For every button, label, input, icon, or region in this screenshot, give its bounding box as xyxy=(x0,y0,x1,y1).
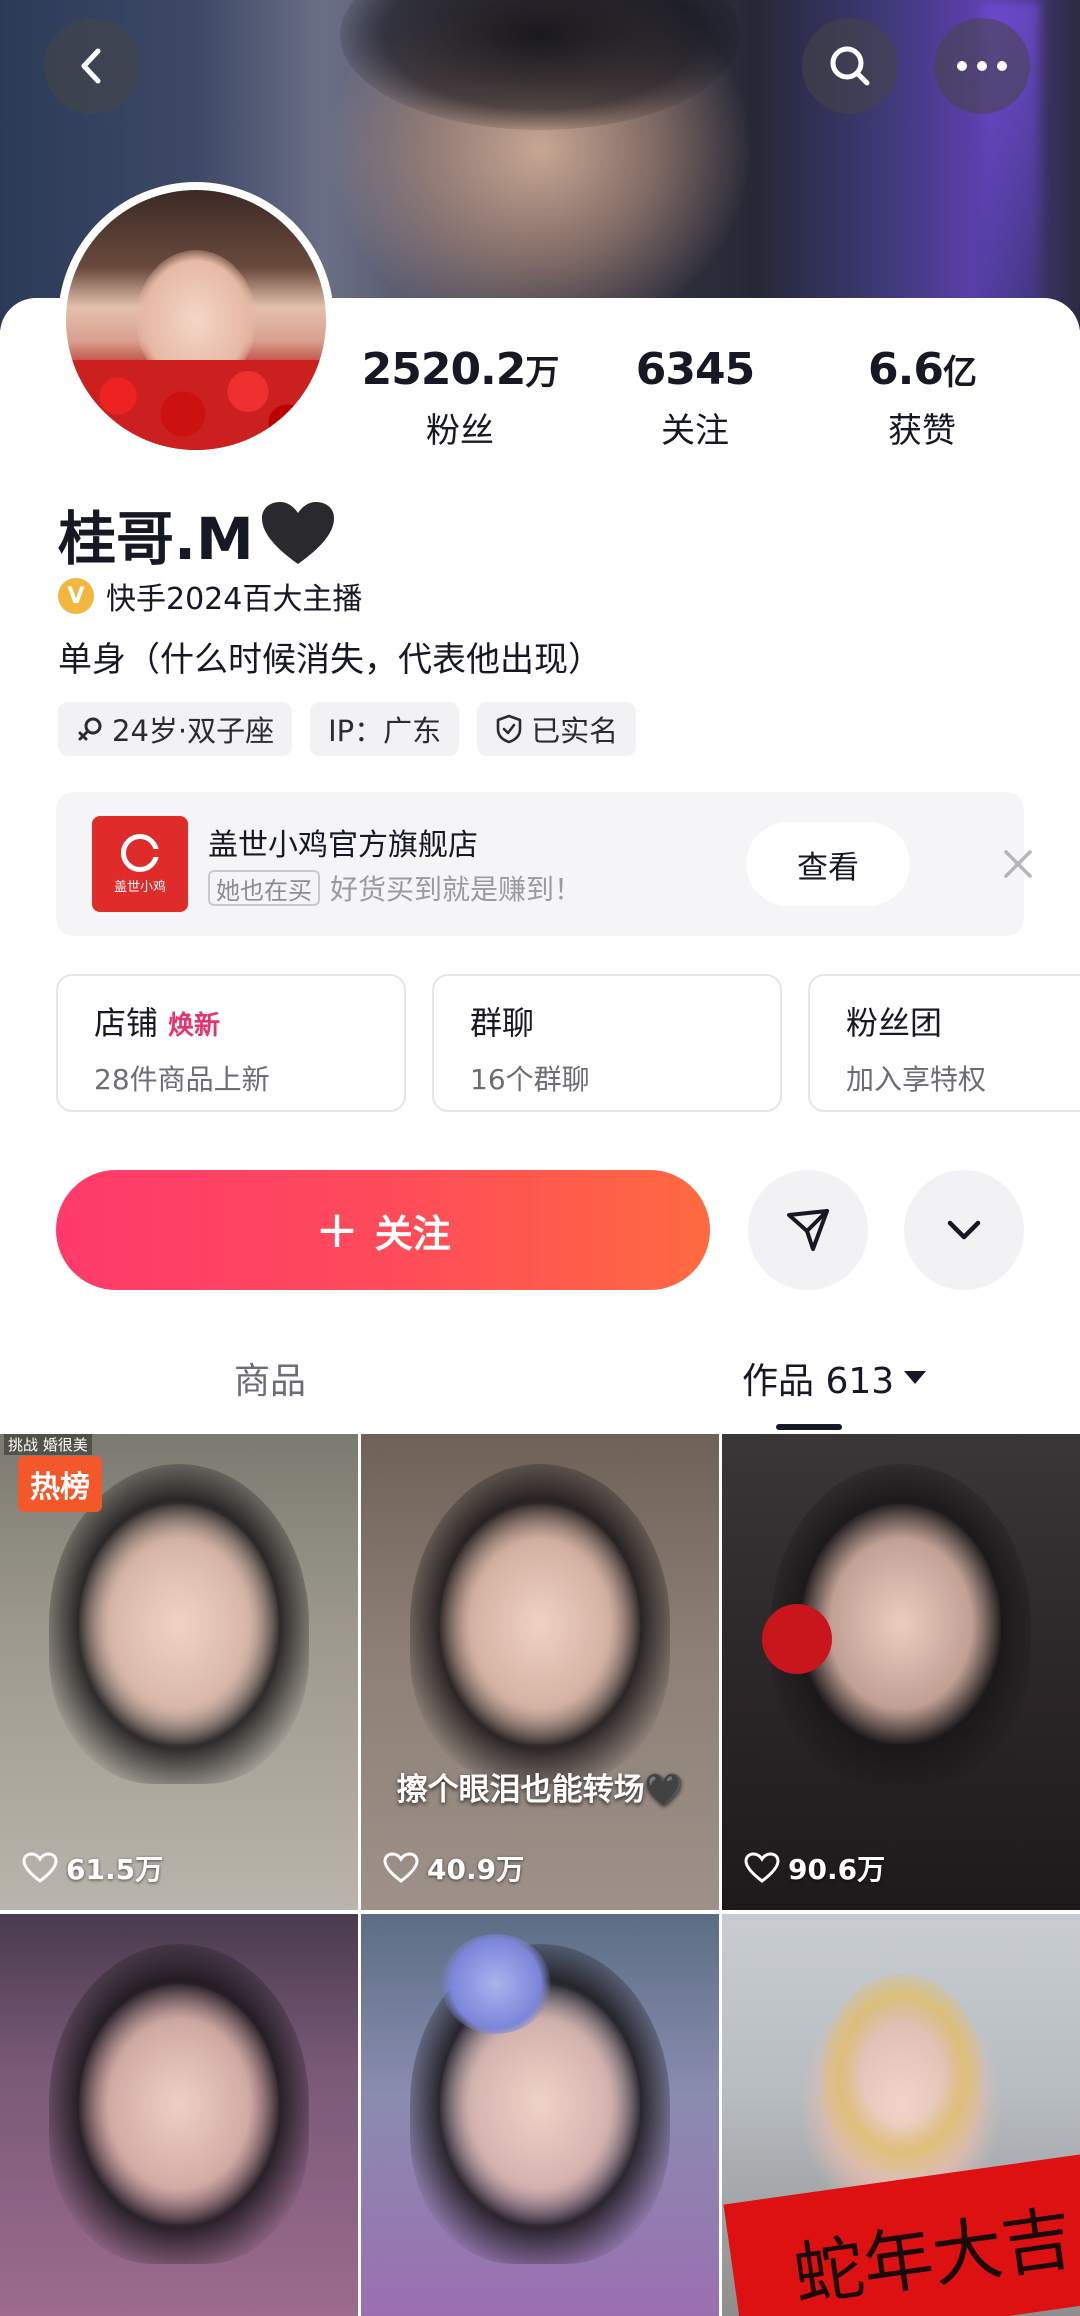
profile-nickname: 桂哥.M xyxy=(58,492,336,576)
send-icon xyxy=(787,1209,829,1251)
follow-button[interactable]: + 关注 xyxy=(56,1170,710,1290)
profile-stats: 2520.2万 粉丝 6345 关注 6.6亿 获赞 xyxy=(360,344,1060,464)
profile-bio: 单身（什么时候消失，代表他出现） xyxy=(58,640,602,680)
works-grid: 挑战 婚很美 热榜 61.5万 擦个眼泪也能转场🖤 40.9万 90.6万 蛇年… xyxy=(0,1434,1080,2316)
verified-badge-icon: V xyxy=(58,578,94,614)
shop-view-button[interactable]: 查看 xyxy=(746,822,910,906)
shield-check-icon xyxy=(496,714,522,744)
tag-verified[interactable]: 已实名 xyxy=(477,702,637,756)
stat-following-label: 关注 xyxy=(661,411,729,451)
tag-ip-text: IP：广东 xyxy=(328,714,442,748)
shop-logo-text: 盖世小鸡 xyxy=(113,879,166,895)
work-item-1[interactable]: 挑战 婚很美 热榜 61.5万 xyxy=(0,1434,358,1910)
chevron-left-icon xyxy=(81,48,101,84)
entry-shop-sub: 28件商品上新 xyxy=(94,1063,270,1096)
entry-shop[interactable]: 店铺 焕新 28件商品上新 xyxy=(56,974,406,1112)
entry-fan-title: 粉丝团 xyxy=(846,1004,943,1042)
hot-rank-badge: 热榜 xyxy=(18,1456,102,1512)
profile-tags: 24岁·双子座 IP：广东 已实名 xyxy=(58,702,637,756)
stat-following[interactable]: 6345 关注 xyxy=(595,344,795,452)
work-item-4[interactable] xyxy=(0,1914,358,2316)
work-likes-count: 90.6万 xyxy=(788,1853,886,1886)
black-heart-icon xyxy=(261,502,334,564)
heart-outline-icon xyxy=(744,1852,780,1883)
work-item-2[interactable]: 擦个眼泪也能转场🖤 40.9万 xyxy=(361,1434,719,1910)
shop-pill: 她也在买 xyxy=(208,870,320,906)
stat-fans-unit: 万 xyxy=(525,353,559,393)
stat-likes-value: 6.6 xyxy=(868,344,944,395)
work-item-6[interactable]: 蛇年大吉 xyxy=(722,1914,1080,2316)
entry-group-sub: 16个群聊 xyxy=(470,1063,590,1096)
content-tabs: 商品 作品 613 xyxy=(0,1340,1080,1430)
shop-logo: 盖世小鸡 xyxy=(92,816,188,912)
search-icon xyxy=(830,46,870,86)
search-button[interactable] xyxy=(802,18,898,114)
verified-row[interactable]: V 快手2024百大主播 xyxy=(58,576,363,617)
stat-fans[interactable]: 2520.2万 粉丝 xyxy=(360,344,560,452)
stat-likes: 6.6亿 获赞 xyxy=(822,344,1022,452)
heart-outline-icon xyxy=(383,1852,419,1883)
shop-subline: 她也在买 好货买到就是赚到！ xyxy=(208,868,582,908)
chevron-down-icon xyxy=(947,1220,981,1240)
avatar[interactable] xyxy=(58,182,334,458)
tab-works[interactable]: 作品 613 xyxy=(742,1352,928,1404)
work-likes-count: 61.5万 xyxy=(66,1853,164,1886)
profile-entries: 店铺 焕新 28件商品上新 群聊 16个群聊 粉丝团 加入享特权 xyxy=(56,974,1080,1114)
shop-promo-banner[interactable]: 盖世小鸡 盖世小鸡官方旗舰店 她也在买 好货买到就是赚到！ 查看 xyxy=(56,792,1032,936)
work-likes-count: 40.9万 xyxy=(427,1853,525,1886)
stat-likes-label: 获赞 xyxy=(888,411,956,451)
back-button[interactable] xyxy=(44,18,140,114)
work-item-3[interactable]: 90.6万 xyxy=(722,1434,1080,1910)
gender-female-icon xyxy=(78,717,102,741)
nickname-text: 桂哥.M xyxy=(58,505,254,573)
entry-group-chat[interactable]: 群聊 16个群聊 xyxy=(432,974,782,1112)
stat-following-value: 6345 xyxy=(635,344,755,395)
tag-age-text: 24岁·双子座 xyxy=(112,714,275,748)
stat-likes-unit: 亿 xyxy=(942,353,977,393)
tab-active-indicator xyxy=(776,1424,842,1430)
work-likes: 61.5万 xyxy=(22,1848,163,1888)
work-likes: 40.9万 xyxy=(383,1848,524,1888)
plus-icon: + xyxy=(315,1200,359,1260)
tag-age: 24岁·双子座 xyxy=(58,702,293,756)
follow-label: 关注 xyxy=(374,1211,451,1256)
verified-text: 快手2024百大主播 xyxy=(106,582,363,617)
more-horizontal-icon xyxy=(957,61,1007,71)
stat-fans-label: 粉丝 xyxy=(426,411,494,451)
tag-ip: IP：广东 xyxy=(310,702,460,756)
entry-shop-hot: 焕新 xyxy=(168,1011,221,1041)
work-item-5[interactable] xyxy=(361,1914,719,2316)
work-caption: 擦个眼泪也能转场🖤 xyxy=(396,1772,684,1808)
caret-down-icon xyxy=(904,1371,927,1384)
heart-outline-icon xyxy=(22,1852,58,1883)
entry-group-title: 群聊 xyxy=(470,1004,535,1042)
entry-shop-title: 店铺 xyxy=(94,1004,159,1042)
work-likes: 90.6万 xyxy=(744,1848,885,1888)
tab-works-label: 作品 613 xyxy=(742,1361,895,1402)
entry-fan-club[interactable]: 粉丝团 加入享特权 xyxy=(808,974,1080,1112)
share-button[interactable] xyxy=(748,1170,868,1290)
shop-slogan: 好货买到就是赚到！ xyxy=(330,873,583,906)
more-button[interactable] xyxy=(934,18,1030,114)
tag-verified-text: 已实名 xyxy=(531,714,619,748)
entry-fan-sub: 加入享特权 xyxy=(846,1063,987,1096)
tab-goods[interactable]: 商品 xyxy=(234,1352,306,1404)
shop-name: 盖世小鸡官方旗舰店 xyxy=(208,828,478,863)
work-top-text: 挑战 婚很美 xyxy=(4,1434,92,1455)
stat-fans-value: 2520.2 xyxy=(361,344,527,395)
expand-button[interactable] xyxy=(904,1170,1024,1290)
close-icon[interactable] xyxy=(998,844,1038,884)
